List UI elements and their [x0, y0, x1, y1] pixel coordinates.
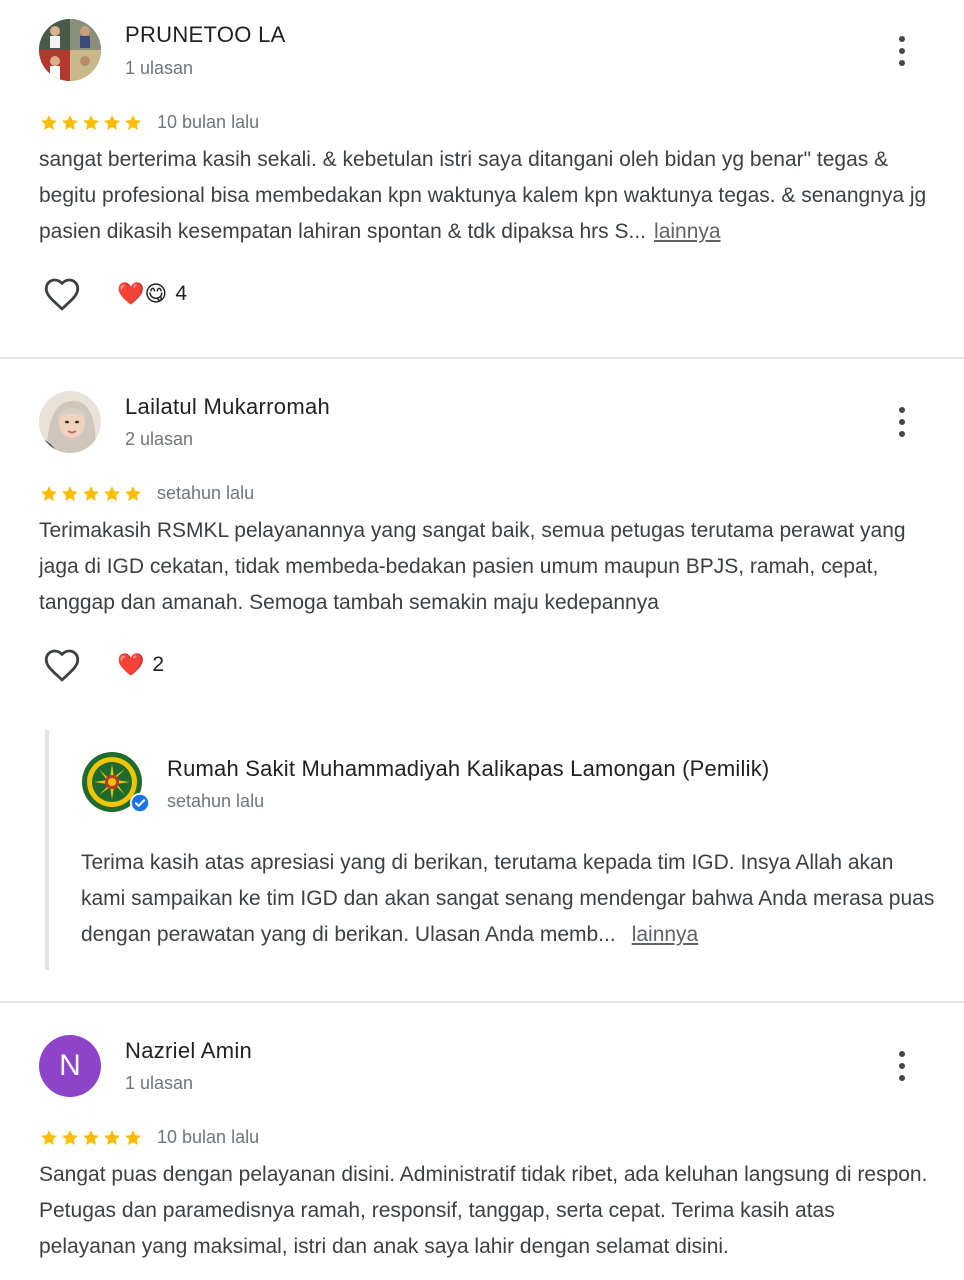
star-icon — [62, 1129, 78, 1145]
reaction-summary[interactable]: ❤️😋 4 — [117, 282, 187, 306]
heart-outline-icon[interactable] — [39, 273, 85, 315]
dot-icon — [899, 1063, 905, 1069]
star-rating — [39, 1128, 143, 1148]
divider — [0, 357, 964, 359]
review-body: Terimakasih RSMKL pelayanannya yang sang… — [39, 519, 906, 614]
review-count: 2 ulasan — [125, 429, 194, 449]
reviewer-avatar[interactable] — [39, 19, 101, 81]
reviewer-name[interactable]: Lailatul Mukarromah — [125, 394, 330, 420]
dot-icon — [899, 36, 905, 42]
rating-row: 10 bulan lalu — [39, 1127, 259, 1148]
more-options-button[interactable] — [886, 402, 918, 442]
more-options-button[interactable] — [886, 1046, 918, 1086]
reply-indicator — [45, 730, 49, 970]
review-text: Terimakasih RSMKL pelayanannya yang sang… — [39, 513, 929, 621]
more-link[interactable]: lainnya — [654, 220, 721, 243]
reviewer-name[interactable]: PRUNETOO LA — [125, 22, 286, 48]
owner-reply-text: Terima kasih atas apresiasi yang di beri… — [81, 845, 941, 953]
heart-outline-icon[interactable] — [39, 644, 85, 686]
star-icon — [104, 114, 120, 130]
star-icon — [41, 114, 57, 130]
star-icon — [62, 114, 78, 130]
review-count: 1 ulasan — [125, 1073, 194, 1093]
star-icon — [104, 1129, 120, 1145]
star-icon — [41, 485, 57, 501]
owner-reply-body: Terima kasih atas apresiasi yang di beri… — [81, 851, 935, 946]
review-time: 10 bulan lalu — [157, 112, 260, 132]
star-icon — [125, 1129, 141, 1145]
reaction-count: 2 — [152, 653, 165, 676]
star-rating — [39, 484, 143, 504]
star-icon — [62, 485, 78, 501]
reaction-emoji: ❤️ — [117, 652, 145, 677]
avatar-initial: N — [59, 1049, 81, 1082]
review-text: Sangat puas dengan pelayanan disini. Adm… — [39, 1157, 929, 1265]
owner-reply-time: setahun lalu — [167, 791, 265, 811]
dot-icon — [899, 1075, 905, 1081]
collage-photo-icon — [39, 19, 101, 81]
star-icon — [41, 1129, 57, 1145]
review-actions: ❤️ 2 — [39, 644, 164, 686]
review-count: 1 ulasan — [125, 58, 194, 78]
reviewer-avatar[interactable]: N — [39, 1035, 101, 1097]
dot-icon — [899, 431, 905, 437]
review-body: Sangat puas dengan pelayanan disini. Adm… — [39, 1163, 928, 1258]
star-rating — [39, 113, 143, 133]
star-icon — [125, 114, 141, 130]
reviewer-avatar[interactable] — [39, 391, 101, 453]
star-icon — [83, 114, 99, 130]
more-link[interactable]: lainnya — [632, 923, 699, 946]
reaction-count: 4 — [175, 282, 188, 305]
profile-photo-icon — [39, 391, 101, 453]
review-body: sangat berterima kasih sekali. & kebetul… — [39, 148, 927, 243]
rating-row: 10 bulan lalu — [39, 112, 259, 133]
review-actions: ❤️😋 4 — [39, 273, 187, 315]
verified-badge-icon — [129, 792, 151, 814]
rating-row: setahun lalu — [39, 483, 254, 504]
review-time: 10 bulan lalu — [157, 1127, 260, 1147]
more-options-button[interactable] — [886, 31, 918, 71]
owner-name[interactable]: Rumah Sakit Muhammadiyah Kalikapas Lamon… — [167, 756, 769, 782]
reviewer-name[interactable]: Nazriel Amin — [125, 1038, 252, 1064]
dot-icon — [899, 1051, 905, 1057]
star-icon — [83, 1129, 99, 1145]
reaction-emoji: ❤️😋 — [117, 281, 168, 306]
dot-icon — [899, 60, 905, 66]
star-icon — [83, 485, 99, 501]
divider — [0, 1001, 964, 1003]
dot-icon — [899, 407, 905, 413]
dot-icon — [899, 48, 905, 54]
star-icon — [125, 485, 141, 501]
review-text: sangat berterima kasih sekali. & kebetul… — [39, 142, 929, 250]
dot-icon — [899, 419, 905, 425]
reaction-summary[interactable]: ❤️ 2 — [117, 653, 164, 677]
star-icon — [104, 485, 120, 501]
review-time: setahun lalu — [157, 483, 255, 503]
